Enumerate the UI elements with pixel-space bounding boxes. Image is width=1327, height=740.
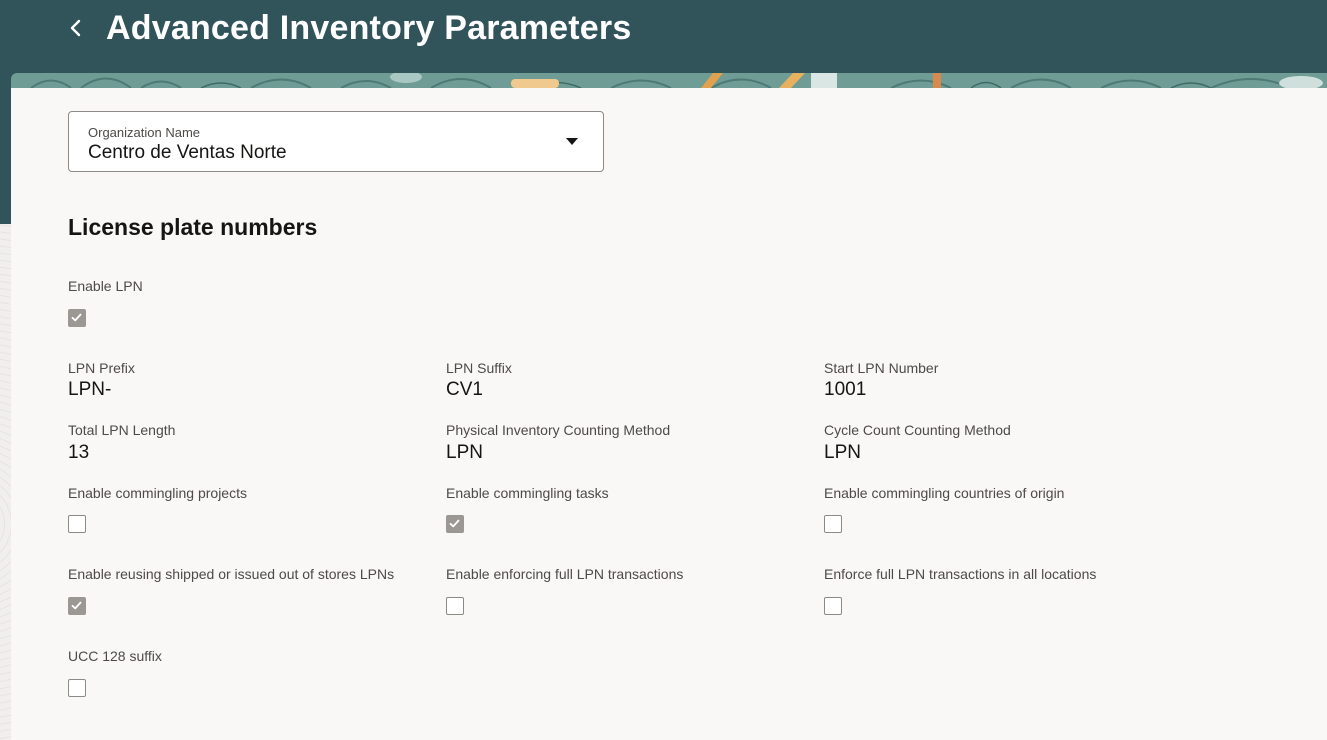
enable-lpn-checkbox[interactable] (68, 309, 86, 327)
organization-name-value: Centro de Ventas Norte (88, 142, 287, 163)
caret-down-icon[interactable] (566, 138, 578, 145)
commingling-projects-label: Enable commingling projects (68, 485, 247, 501)
commingling-countries-checkbox[interactable] (824, 515, 842, 533)
checkmark-icon (71, 313, 82, 322)
lpn-prefix-label: LPN Prefix (68, 360, 135, 376)
reusing-shipped-checkbox[interactable] (68, 597, 86, 615)
commingling-projects-checkbox[interactable] (68, 515, 86, 533)
commingling-countries-label: Enable commingling countries of origin (824, 485, 1065, 501)
total-lpn-length-label: Total LPN Length (68, 422, 176, 438)
cycle-count-method-label: Cycle Count Counting Method (824, 422, 1011, 438)
enable-lpn-label: Enable LPN (68, 278, 143, 294)
organization-name-select[interactable]: Organization Name Centro de Ventas Norte (68, 111, 604, 172)
lpn-suffix-label: LPN Suffix (446, 360, 512, 376)
ucc-128-suffix-checkbox[interactable] (68, 679, 86, 697)
commingling-tasks-checkbox[interactable] (446, 515, 464, 533)
checkmark-icon (71, 601, 82, 610)
lpn-suffix-value: CV1 (446, 379, 483, 400)
decorative-side-pattern (0, 224, 11, 740)
start-lpn-number-value: 1001 (824, 379, 867, 400)
enforcing-full-lpn-checkbox[interactable] (446, 597, 464, 615)
cycle-count-method-value: LPN (824, 442, 861, 463)
chevron-left-icon (70, 19, 81, 37)
enforcing-full-lpn-label: Enable enforcing full LPN transactions (446, 566, 684, 582)
section-title-license-plate-numbers: License plate numbers (68, 214, 318, 240)
enforce-all-locations-checkbox[interactable] (824, 597, 842, 615)
physical-inventory-method-value: LPN (446, 442, 483, 463)
decorative-banner (11, 73, 1327, 88)
organization-name-label: Organization Name (88, 125, 200, 140)
commingling-tasks-label: Enable commingling tasks (446, 485, 609, 501)
physical-inventory-method-label: Physical Inventory Counting Method (446, 422, 671, 438)
lpn-prefix-value: LPN- (68, 379, 112, 400)
total-lpn-length-value: 13 (68, 442, 90, 463)
page-title: Advanced Inventory Parameters (106, 9, 632, 47)
main-content: Organization Name Centro de Ventas Norte… (11, 88, 1327, 740)
start-lpn-number-label: Start LPN Number (824, 360, 939, 376)
ucc-128-suffix-label: UCC 128 suffix (68, 648, 162, 664)
back-button[interactable] (62, 12, 90, 44)
reusing-shipped-label: Enable reusing shipped or issued out of … (68, 566, 395, 582)
enforce-all-locations-label: Enforce full LPN transactions in all loc… (824, 566, 1097, 582)
checkmark-icon (449, 519, 460, 528)
